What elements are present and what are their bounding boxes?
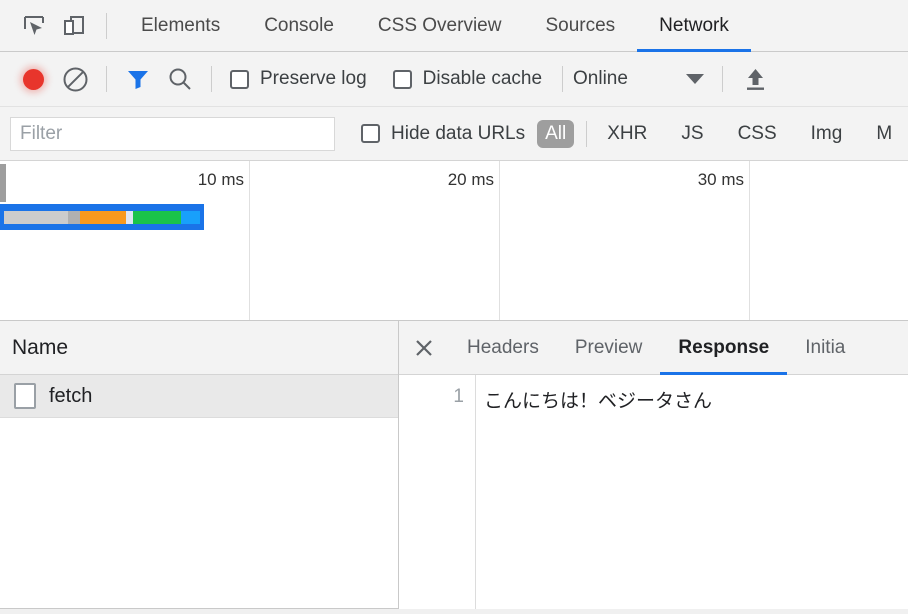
tab-elements-label: Elements [141, 14, 221, 36]
preserve-log-box [230, 69, 249, 89]
request-list: Name fetch [0, 321, 399, 609]
search-button[interactable] [159, 58, 201, 100]
overview-left-handle[interactable] [0, 164, 6, 202]
network-toolbar: Preserve log Disable cache Online [0, 52, 908, 107]
disable-cache-label: Disable cache [422, 68, 543, 89]
inspect-element-icon[interactable] [14, 6, 54, 46]
type-filter-divider [586, 120, 588, 147]
waterfall-segment-request-sent [80, 211, 126, 224]
tab-network-label: Network [659, 14, 729, 36]
table-row[interactable]: fetch [0, 375, 398, 418]
toolbar-divider-3 [562, 66, 564, 92]
tab-sources-label: Sources [545, 14, 616, 36]
waterfall-segment-content-download [133, 211, 181, 224]
filter-input[interactable] [10, 116, 335, 151]
toolbar-divider-2 [211, 66, 212, 92]
devtools-tabbar: Elements Console CSS Overview Sources Ne… [0, 0, 908, 52]
close-icon[interactable] [399, 321, 449, 374]
tab-response[interactable]: Response [660, 321, 788, 375]
request-detail-panel: Headers Preview Response Initia 1 こんにちは！… [399, 321, 908, 614]
tab-console[interactable]: Console [242, 0, 356, 51]
ruler-tick-20ms: 20 ms [447, 170, 494, 189]
type-filter-js[interactable]: JS [673, 120, 711, 148]
tabbar-divider [106, 12, 107, 39]
tab-sources[interactable]: Sources [523, 0, 637, 51]
request-name: fetch [49, 384, 93, 407]
waterfall-segment-tail [181, 211, 200, 224]
column-header-name-label: Name [12, 335, 69, 359]
panel-tabs: Elements Console CSS Overview Sources Ne… [119, 0, 751, 52]
network-filter-bar: Hide data URLs All XHR JS CSS Img M [0, 107, 908, 161]
tab-css-overview-label: CSS Overview [377, 14, 502, 36]
ruler-gridline-10ms [249, 161, 250, 320]
type-filter-img[interactable]: Img [803, 120, 851, 148]
waterfall-segment-waiting [126, 211, 133, 224]
ruler-gridline-20ms [499, 161, 500, 320]
tab-preview-label: Preview [574, 336, 643, 358]
ruler-gridline-30ms [749, 161, 750, 320]
panel-tool-icons [0, 0, 119, 51]
throttling-dropdown[interactable]: Online [573, 68, 704, 90]
document-icon [14, 383, 36, 409]
response-body-text: こんにちは！ベジータさん [484, 391, 713, 412]
throttling-value: Online [573, 68, 628, 89]
network-lower-pane: Name fetch Headers Preview Response Init… [0, 321, 908, 614]
device-toolbar-icon[interactable] [54, 6, 94, 46]
hide-data-urls-box [361, 124, 380, 143]
toolbar-divider-1 [106, 66, 107, 92]
chevron-down-icon [685, 74, 704, 84]
disable-cache-box [392, 69, 412, 89]
resource-type-filters: All XHR JS CSS Img M [537, 119, 900, 148]
type-filter-all[interactable]: All [537, 119, 575, 148]
line-number-gutter: 1 [399, 375, 476, 614]
waterfall-segment-stalled [4, 211, 68, 224]
type-filter-xhr[interactable]: XHR [599, 120, 655, 148]
devtools-window: Elements Console CSS Overview Sources Ne… [0, 0, 908, 614]
detail-tabbar: Headers Preview Response Initia [399, 321, 908, 375]
preserve-log-label: Preserve log [260, 68, 367, 89]
preserve-log-checkbox[interactable]: Preserve log [230, 68, 367, 90]
waterfall-segment-dns [68, 211, 80, 224]
overview-request-bar [0, 204, 204, 230]
type-filter-css[interactable]: CSS [730, 120, 785, 148]
window-bottom-strip [0, 609, 908, 614]
filter-button[interactable] [117, 58, 159, 100]
tab-response-label: Response [678, 336, 770, 358]
tab-preview[interactable]: Preview [557, 321, 661, 374]
line-number: 1 [453, 386, 464, 407]
tab-headers-label: Headers [467, 336, 539, 358]
hide-data-urls-label: Hide data URLs [391, 122, 526, 144]
record-icon [22, 68, 44, 90]
tab-console-label: Console [264, 14, 334, 36]
import-har-button[interactable] [735, 58, 777, 100]
type-filter-media[interactable]: M [868, 120, 900, 148]
tab-css-overview[interactable]: CSS Overview [356, 0, 524, 51]
tab-initiator-label: Initia [805, 336, 846, 358]
toolbar-divider-4 [721, 66, 723, 92]
network-overview[interactable]: 10 ms 20 ms 30 ms [0, 161, 908, 321]
record-button[interactable] [12, 58, 54, 100]
column-header-name[interactable]: Name [0, 321, 398, 375]
tab-headers[interactable]: Headers [449, 321, 557, 374]
tab-initiator[interactable]: Initia [787, 321, 863, 374]
clear-button[interactable] [54, 58, 96, 100]
response-body-viewer[interactable]: 1 こんにちは！ベジータさん [399, 375, 908, 614]
tab-network[interactable]: Network [637, 0, 751, 52]
disable-cache-checkbox[interactable]: Disable cache [392, 68, 543, 90]
ruler-tick-10ms: 10 ms [197, 170, 244, 189]
ruler-tick-30ms: 30 ms [697, 170, 744, 189]
tab-elements[interactable]: Elements [119, 0, 242, 51]
hide-data-urls-checkbox[interactable]: Hide data URLs [361, 123, 525, 145]
